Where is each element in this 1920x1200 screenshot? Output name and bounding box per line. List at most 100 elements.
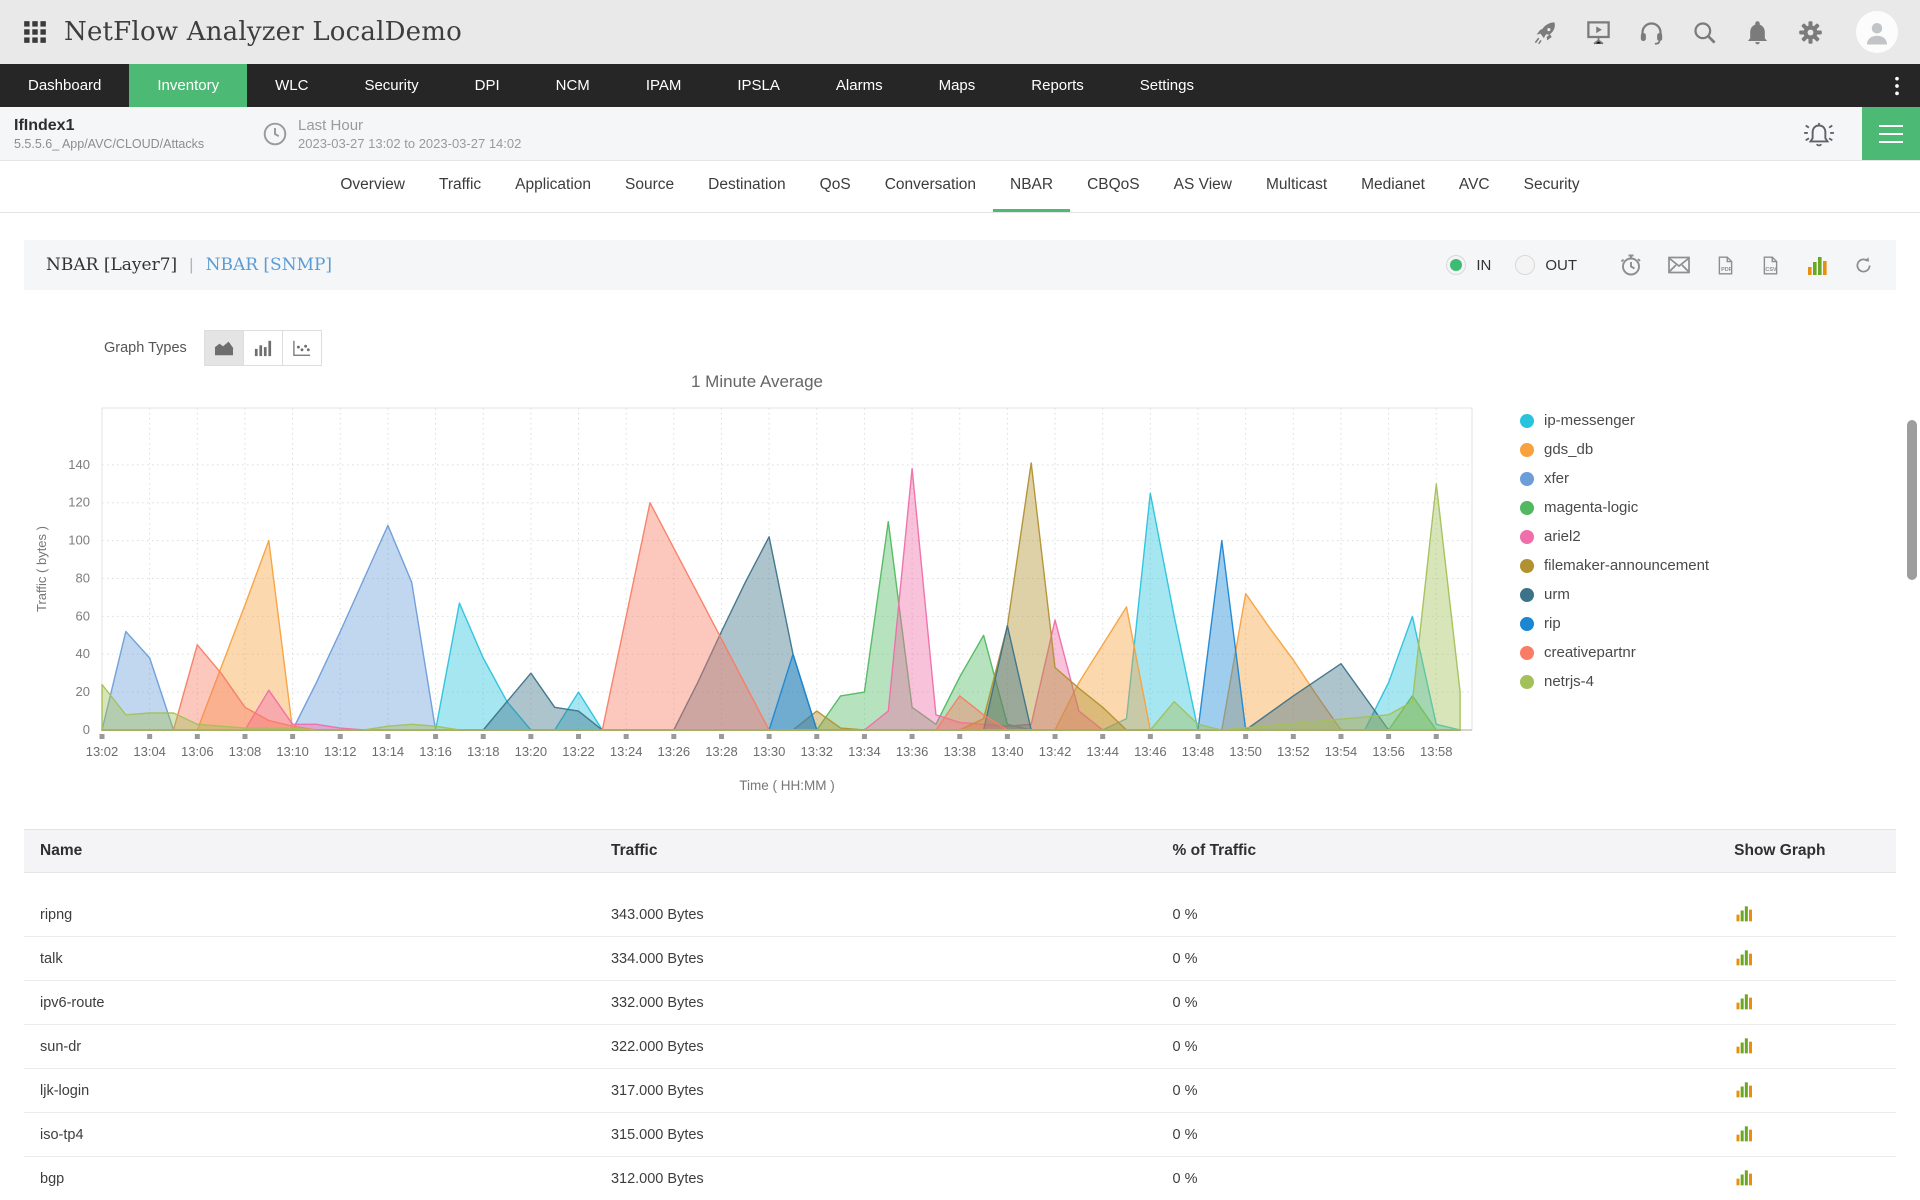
cell-show-graph: [1718, 1123, 1896, 1147]
tab-avc[interactable]: AVC: [1442, 161, 1507, 212]
show-graph-icon[interactable]: [1734, 947, 1754, 967]
svg-text:13:58: 13:58: [1420, 744, 1453, 759]
cell-pct: 0 %: [1157, 951, 1719, 967]
nav-item-security[interactable]: Security: [336, 64, 446, 107]
clock-icon: [262, 121, 288, 147]
nav-item-settings[interactable]: Settings: [1112, 64, 1222, 107]
legend-item-rip[interactable]: rip: [1520, 615, 1709, 632]
legend-item-urm[interactable]: urm: [1520, 586, 1709, 603]
svg-text:13:14: 13:14: [372, 744, 405, 759]
export-pdf-icon[interactable]: [1715, 255, 1736, 276]
notifications-bell-icon[interactable]: [1744, 19, 1771, 46]
svg-text:80: 80: [76, 570, 90, 585]
show-graph-icon[interactable]: [1734, 1035, 1754, 1055]
legend-item-xfer[interactable]: xfer: [1520, 470, 1709, 487]
legend-dot: [1520, 646, 1534, 660]
chart-legend: ip-messenger gds_dbxfer magenta-logic ariel…: [1520, 372, 1709, 817]
alarm-bell-icon[interactable]: [1802, 118, 1836, 150]
legend-label: filemaker-announcement: [1544, 557, 1709, 574]
cell-name: iso-tp4: [24, 1127, 595, 1143]
cell-traffic: 312.000 Bytes: [595, 1171, 1157, 1187]
graph-type-scatter-button[interactable]: [282, 330, 322, 366]
nav-overflow-menu[interactable]: [1888, 64, 1906, 107]
cell-pct: 0 %: [1157, 995, 1719, 1011]
header-actions: [1532, 11, 1898, 53]
support-headset-icon[interactable]: [1638, 19, 1665, 46]
tab-traffic[interactable]: Traffic: [422, 161, 498, 212]
tab-application[interactable]: Application: [498, 161, 608, 212]
tab-qos[interactable]: QoS: [803, 161, 868, 212]
tab-cbqos[interactable]: CBQoS: [1070, 161, 1157, 212]
legend-item-filemaker-announcement[interactable]: filemaker-announcement: [1520, 557, 1709, 574]
show-graph-icon[interactable]: [1734, 903, 1754, 923]
tab-overview[interactable]: Overview: [323, 161, 422, 212]
tab-medianet[interactable]: Medianet: [1344, 161, 1442, 212]
tab-source[interactable]: Source: [608, 161, 691, 212]
rocket-icon[interactable]: [1532, 19, 1559, 46]
tab-destination[interactable]: Destination: [691, 161, 803, 212]
reload-icon[interactable]: [1853, 255, 1874, 276]
tab-multicast[interactable]: Multicast: [1249, 161, 1344, 212]
demo-player-icon[interactable]: [1585, 19, 1612, 46]
settings-gear-icon[interactable]: [1797, 19, 1824, 46]
cell-pct: 0 %: [1157, 1127, 1719, 1143]
legend-item-magenta-logic[interactable]: magenta-logic: [1520, 499, 1709, 516]
svg-text:13:26: 13:26: [658, 744, 691, 759]
search-icon[interactable]: [1691, 19, 1718, 46]
radio-out[interactable]: [1515, 255, 1535, 275]
tab-security[interactable]: Security: [1507, 161, 1597, 212]
email-icon[interactable]: [1667, 253, 1691, 277]
direction-radio-group: IN OUT: [1446, 255, 1591, 275]
nav-item-dashboard[interactable]: Dashboard: [0, 64, 129, 107]
graph-type-area-button[interactable]: [204, 330, 244, 366]
svg-text:13:56: 13:56: [1372, 744, 1405, 759]
nav-item-inventory[interactable]: Inventory: [129, 64, 247, 107]
radio-in-label: IN: [1476, 257, 1491, 274]
nav-item-ipam[interactable]: IPAM: [618, 64, 710, 107]
radio-in[interactable]: [1446, 255, 1466, 275]
nav-item-wlc[interactable]: WLC: [247, 64, 336, 107]
nav-item-ipsla[interactable]: IPSLA: [709, 64, 808, 107]
legend-label: magenta-logic: [1544, 499, 1638, 516]
tab-as-view[interactable]: AS View: [1157, 161, 1249, 212]
legend-item-creativepartnr[interactable]: creativepartnr: [1520, 644, 1709, 661]
nav-item-maps[interactable]: Maps: [911, 64, 1004, 107]
column-traffic: Traffic: [595, 842, 1157, 860]
nav-item-ncm[interactable]: NCM: [528, 64, 618, 107]
svg-text:13:44: 13:44: [1086, 744, 1119, 759]
nav-item-reports[interactable]: Reports: [1003, 64, 1112, 107]
period-label: Last Hour: [298, 117, 521, 134]
scrollbar-thumb[interactable]: [1907, 420, 1917, 580]
tab-conversation[interactable]: Conversation: [868, 161, 993, 212]
nav-item-dpi[interactable]: DPI: [447, 64, 528, 107]
show-chart-icon[interactable]: [1805, 253, 1829, 277]
legend-item-gds-db[interactable]: gds_db: [1520, 441, 1709, 458]
traffic-area-chart[interactable]: 13:0213:0413:0613:0813:1013:1213:1413:16…: [24, 394, 1490, 812]
tab-nbar[interactable]: NBAR: [993, 161, 1070, 212]
nav-item-alarms[interactable]: Alarms: [808, 64, 911, 107]
cell-pct: 0 %: [1157, 1039, 1719, 1055]
cell-name: ripng: [24, 907, 595, 923]
legend-item-ip-messenger[interactable]: ip-messenger: [1520, 412, 1709, 429]
schedule-timer-icon[interactable]: [1619, 253, 1643, 277]
show-graph-icon[interactable]: [1734, 1079, 1754, 1099]
time-period-selector[interactable]: Last Hour 2023-03-27 13:02 to 2023-03-27…: [262, 117, 521, 151]
legend-dot: [1520, 588, 1534, 602]
show-graph-icon[interactable]: [1734, 1123, 1754, 1143]
svg-text:13:40: 13:40: [991, 744, 1024, 759]
legend-label: urm: [1544, 586, 1570, 603]
legend-item-ariel2[interactable]: ariel2: [1520, 528, 1709, 545]
show-graph-icon[interactable]: [1734, 991, 1754, 1011]
legend-item-netrjs-4[interactable]: netrjs-4: [1520, 673, 1709, 690]
interface-info[interactable]: IfIndex1 5.5.5.6_ App/AVC/CLOUD/Attacks: [14, 117, 262, 151]
svg-text:140: 140: [68, 457, 90, 472]
svg-text:13:10: 13:10: [276, 744, 309, 759]
export-csv-icon[interactable]: [1760, 255, 1781, 276]
apps-grid-icon[interactable]: [22, 19, 48, 45]
graph-type-bar-button[interactable]: [243, 330, 283, 366]
svg-text:13:54: 13:54: [1325, 744, 1358, 759]
page-scrollbar: [1906, 0, 1918, 1200]
show-graph-icon[interactable]: [1734, 1167, 1754, 1187]
nbar-snmp-link[interactable]: NBAR [SNMP]: [206, 255, 332, 275]
user-avatar[interactable]: [1856, 11, 1898, 53]
